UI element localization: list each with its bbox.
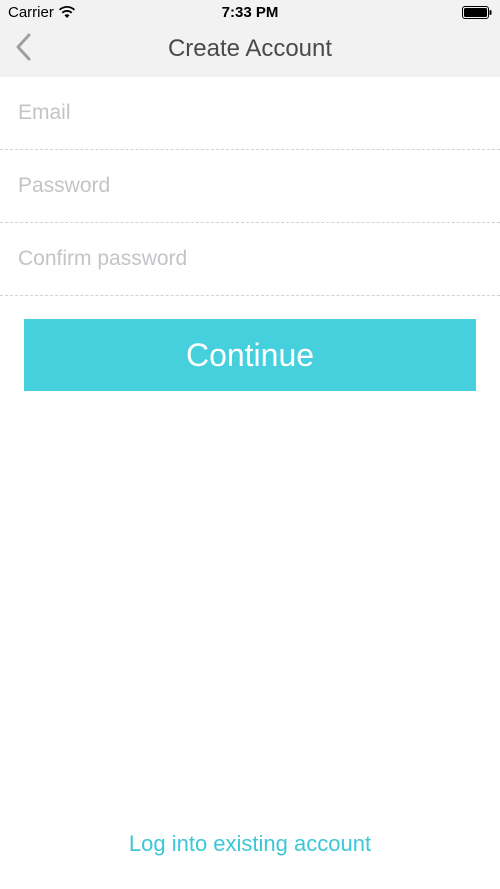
status-bar: Carrier 7:33 PM [0, 0, 500, 26]
email-field[interactable] [18, 77, 478, 149]
confirm-password-field[interactable] [18, 223, 478, 295]
page-title: Create Account [167, 35, 333, 62]
password-row [0, 150, 500, 223]
navigation-bar: Create Account [0, 26, 500, 77]
continue-button[interactable]: Continue [24, 319, 476, 391]
status-time: 7:33 PM [221, 4, 279, 21]
create-account-form [0, 77, 500, 296]
battery-icon [462, 6, 492, 19]
email-row [0, 77, 500, 150]
password-field[interactable] [18, 150, 478, 222]
confirm-password-row [0, 223, 500, 296]
top-bar: Carrier 7:33 PM Create Account [0, 0, 500, 77]
login-existing-account-link[interactable]: Log into existing account [0, 831, 500, 857]
